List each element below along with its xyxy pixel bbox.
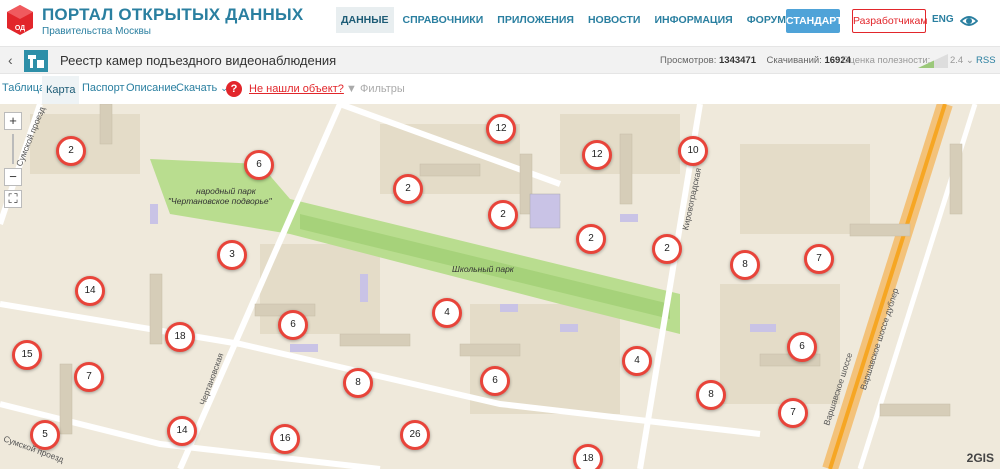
views-count: 1343471 xyxy=(719,55,756,66)
camera-cluster-marker[interactable]: 4 xyxy=(622,346,652,376)
dataset-category-icon xyxy=(24,50,48,72)
rating-bar-icon[interactable] xyxy=(918,54,948,68)
camera-cluster-marker[interactable]: 7 xyxy=(74,362,104,392)
park-label: Школьный парк xyxy=(452,264,514,274)
rating-number: 2.4 xyxy=(950,55,964,66)
camera-cluster-marker[interactable]: 6 xyxy=(787,332,817,362)
nav-data[interactable]: ДАННЫЕ xyxy=(336,7,394,33)
camera-cluster-marker[interactable]: 4 xyxy=(432,298,462,328)
camera-cluster-marker[interactable]: 12 xyxy=(582,140,612,170)
camera-cluster-marker[interactable]: 14 xyxy=(167,416,197,446)
camera-cluster-marker[interactable]: 15 xyxy=(12,340,42,370)
camera-cluster-marker[interactable]: 6 xyxy=(244,150,274,180)
nav-news[interactable]: НОВОСТИ xyxy=(583,7,646,33)
camera-cluster-marker[interactable]: 12 xyxy=(486,114,516,144)
portal-title[interactable]: ПОРТАЛ ОТКРЫТЫХ ДАННЫХ xyxy=(42,5,303,25)
filters-label: Фильтры xyxy=(359,83,405,95)
camera-cluster-marker[interactable]: 26 xyxy=(400,420,430,450)
zoom-out-button[interactable]: − xyxy=(4,168,22,186)
help-icon[interactable]: ? xyxy=(226,81,242,97)
camera-cluster-marker[interactable]: 2 xyxy=(652,234,682,264)
language-switch[interactable]: ENG xyxy=(932,14,954,25)
camera-cluster-marker[interactable]: 7 xyxy=(804,244,834,274)
camera-cluster-marker[interactable]: 14 xyxy=(75,276,105,306)
standards-button[interactable]: СТАНДАРТЫ xyxy=(786,9,853,33)
map-base-layer xyxy=(0,104,1000,469)
tab-download[interactable]: Скачать ⌄ xyxy=(176,82,228,94)
tab-description[interactable]: Описание xyxy=(126,82,177,94)
rss-link[interactable]: RSS xyxy=(976,55,996,66)
not-found-link[interactable]: Не нашли объект? xyxy=(249,83,344,95)
nav-directories[interactable]: СПРАВОЧНИКИ xyxy=(398,7,489,33)
views-label: Просмотров: xyxy=(660,55,717,66)
zoom-slider[interactable] xyxy=(12,134,14,164)
nav-applications[interactable]: ПРИЛОЖЕНИЯ xyxy=(492,7,579,33)
camera-cluster-marker[interactable]: 6 xyxy=(480,366,510,396)
camera-cluster-marker[interactable]: 2 xyxy=(488,200,518,230)
dataset-stats: Просмотров: 1343471 Скачиваний: 16924 xyxy=(660,55,851,66)
svg-text:ОД: ОД xyxy=(15,25,25,32)
camera-cluster-marker[interactable]: 5 xyxy=(30,420,60,450)
downloads-label: Скачиваний: xyxy=(766,55,822,66)
camera-cluster-marker[interactable]: 7 xyxy=(778,398,808,428)
chevron-left-icon[interactable]: ‹ xyxy=(8,52,13,68)
fullscreen-icon[interactable]: ⛶ xyxy=(4,190,22,208)
camera-cluster-marker[interactable]: 3 xyxy=(217,240,247,270)
camera-cluster-marker[interactable]: 10 xyxy=(678,136,708,166)
camera-cluster-marker[interactable]: 6 xyxy=(278,310,308,340)
portal-logo-icon[interactable]: ОД xyxy=(6,4,34,36)
filter-icon: ▼ xyxy=(346,83,357,95)
map-attribution[interactable]: 2GIS xyxy=(967,451,994,465)
view-tabs: Таблица Карта Паспорт Описание Скачать ⌄… xyxy=(0,76,1000,104)
dataset-title: Реестр камер подъездного видеонаблюдения xyxy=(60,53,337,68)
park-label: "Чертановское подворье" xyxy=(168,196,272,206)
main-navigation: ДАННЫЕ СПРАВОЧНИКИ ПРИЛОЖЕНИЯ НОВОСТИ ИН… xyxy=(336,7,795,33)
top-header: ОД ПОРТАЛ ОТКРЫТЫХ ДАННЫХ Правительства … xyxy=(0,0,1000,44)
camera-cluster-marker[interactable]: 2 xyxy=(393,174,423,204)
camera-cluster-marker[interactable]: 18 xyxy=(165,322,195,352)
map-canvas[interactable]: + − ⛶ Сумской проезд Сумской проезд Черт… xyxy=(0,104,1000,469)
camera-cluster-marker[interactable]: 8 xyxy=(730,250,760,280)
camera-cluster-marker[interactable]: 8 xyxy=(696,380,726,410)
filters-button[interactable]: ▼ Фильтры xyxy=(346,83,405,95)
dataset-bar: ‹ Реестр камер подъездного видеонаблюден… xyxy=(0,46,1000,74)
camera-cluster-marker[interactable]: 18 xyxy=(573,444,603,469)
eye-icon[interactable] xyxy=(960,12,978,30)
zoom-in-button[interactable]: + xyxy=(4,112,22,130)
park-label: народный парк xyxy=(196,186,256,196)
camera-cluster-marker[interactable]: 2 xyxy=(576,224,606,254)
chevron-down-icon: ⌄ xyxy=(965,55,974,66)
portal-subtitle: Правительства Москвы xyxy=(42,26,151,37)
tab-table[interactable]: Таблица xyxy=(2,82,45,94)
camera-cluster-marker[interactable]: 8 xyxy=(343,368,373,398)
nav-forum[interactable]: ФОРУМ xyxy=(742,7,791,33)
developers-button[interactable]: Разработчикам xyxy=(852,9,928,33)
tab-map[interactable]: Карта xyxy=(42,76,80,104)
download-label: Скачать xyxy=(176,82,218,94)
camera-cluster-marker[interactable]: 16 xyxy=(270,424,300,454)
rating-value[interactable]: 2.4 ⌄ xyxy=(950,55,974,66)
tab-passport[interactable]: Паспорт xyxy=(82,82,125,94)
nav-information[interactable]: ИНФОРМАЦИЯ xyxy=(649,7,737,33)
camera-cluster-marker[interactable]: 2 xyxy=(56,136,86,166)
